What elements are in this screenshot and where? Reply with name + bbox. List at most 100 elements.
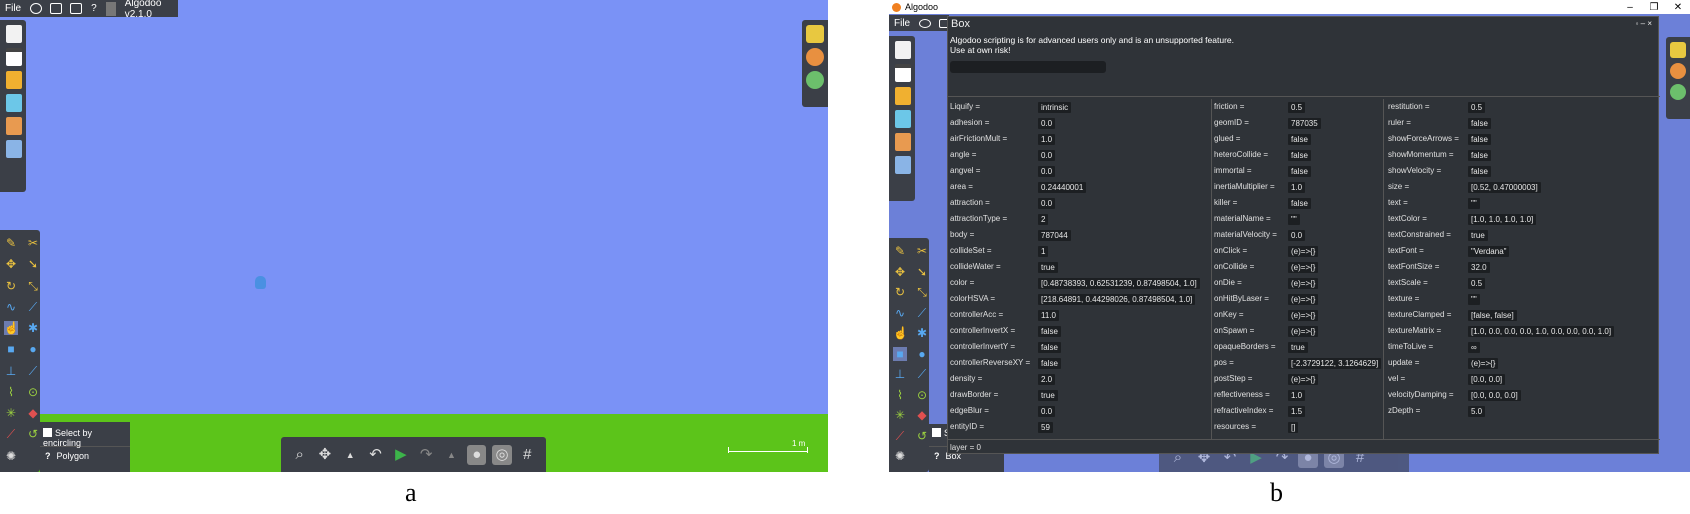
cut-tool-icon[interactable]: ✂ (26, 236, 40, 250)
property-value-field[interactable]: 5.0 (1468, 405, 1486, 417)
property-value-field[interactable]: (e)=>{} (1288, 309, 1319, 321)
property-value-field[interactable]: 2 (1038, 213, 1049, 225)
property-value-field[interactable]: 0.0 (1038, 405, 1056, 417)
property-value-field[interactable]: 0.0 (1038, 197, 1056, 209)
property-value-field[interactable]: 1.0 (1288, 389, 1306, 401)
property-value-field[interactable]: "" (1468, 197, 1480, 209)
property-value-field[interactable]: false (1468, 165, 1491, 177)
move-tool-icon[interactable]: ✥ (893, 265, 907, 279)
laser-tool-icon[interactable]: ⟋ (4, 427, 18, 441)
maximize-button[interactable]: ❐ (1642, 2, 1666, 13)
save-icon[interactable] (895, 156, 911, 174)
rotate-tool-icon[interactable]: ↻ (893, 285, 907, 299)
property-value-field[interactable]: false (1288, 197, 1311, 209)
scale-tool-icon[interactable]: ⤡ (915, 285, 929, 299)
eraser-tool-icon[interactable]: ✺ (4, 449, 18, 463)
polygon-tool-icon[interactable]: ☝ (4, 321, 19, 336)
close-button[interactable]: ✕ (1666, 2, 1690, 13)
property-value-field[interactable]: 32.0 (1468, 261, 1490, 273)
tracer-tool-icon[interactable]: ↺ (915, 429, 929, 443)
property-value-field[interactable]: true (1038, 261, 1058, 273)
polygon-help-option[interactable]: ? Polygon (40, 446, 130, 461)
property-value-field[interactable]: [0.0, 0.0, 0.0] (1468, 389, 1521, 401)
circle-tool-icon[interactable]: ● (915, 347, 929, 361)
property-value-field[interactable]: "" (1288, 213, 1300, 225)
property-value-field[interactable]: 1.0 (1038, 133, 1056, 145)
brush-tool-icon[interactable]: ⟋ (915, 306, 929, 320)
new-scene-icon[interactable] (6, 25, 22, 43)
dialog-controls[interactable]: ◦ – × (1636, 19, 1652, 28)
sketch-tool-icon[interactable]: ✎ (4, 236, 18, 250)
open-scene-icon[interactable] (6, 94, 22, 112)
hinge-tool-icon[interactable]: ✳ (893, 408, 907, 422)
phunlets-icon[interactable] (895, 133, 911, 151)
polygon-tool-icon[interactable]: ☝ (893, 326, 908, 340)
property-value-field[interactable]: intrinsic (1038, 101, 1072, 113)
checkbox-icon[interactable] (932, 428, 941, 437)
rotate-tool-icon[interactable]: ↻ (4, 279, 18, 293)
fixate-tool-icon[interactable]: ⊙ (26, 385, 40, 399)
gear-tool-icon[interactable]: ✱ (915, 326, 929, 340)
property-value-field[interactable]: (e)=>{} (1288, 293, 1319, 305)
grid-toggle-icon[interactable]: # (518, 445, 537, 465)
property-value-field[interactable]: 2.0 (1038, 373, 1056, 385)
gravity-toggle-icon[interactable]: ● (467, 444, 487, 465)
chain-tool-icon[interactable]: ⟋ (915, 367, 929, 381)
layers-icon[interactable] (1670, 42, 1686, 58)
tracer-tool-icon[interactable]: ↺ (26, 427, 40, 441)
property-value-field[interactable]: 1.5 (1288, 405, 1306, 417)
property-value-field[interactable]: [false, false] (1468, 309, 1517, 321)
property-value-field[interactable]: 0.5 (1468, 277, 1486, 289)
spring-tool-icon[interactable]: ⌇ (4, 385, 18, 399)
minimize-button[interactable]: – (1618, 2, 1642, 13)
layer-field[interactable]: layer = 0 (950, 440, 981, 456)
settings-icon[interactable] (30, 3, 43, 14)
cut-tool-icon[interactable]: ✂ (915, 244, 929, 258)
drag-tool-icon[interactable]: ➘ (915, 265, 929, 279)
property-value-field[interactable]: true (1288, 341, 1308, 353)
property-value-field[interactable]: "Verdana" (1468, 245, 1510, 257)
file-menu[interactable]: File (889, 18, 915, 29)
save-icon[interactable] (6, 140, 22, 158)
property-value-field[interactable]: (e)=>{} (1288, 277, 1319, 289)
property-value-field[interactable]: (e)=>{} (1288, 245, 1319, 257)
palette-icon[interactable] (1670, 63, 1686, 79)
expand-icon[interactable]: ▲ (442, 445, 461, 465)
fixate-tool-icon[interactable]: ⊙ (915, 388, 929, 402)
gear-tool-icon[interactable]: ✱ (26, 321, 40, 335)
script-input[interactable] (950, 61, 1106, 73)
window-toggle-icon[interactable] (6, 48, 22, 66)
thruster-tool-icon[interactable]: ◆ (915, 408, 929, 422)
circle-tool-icon[interactable]: ● (26, 342, 40, 356)
property-value-field[interactable]: 0.24440001 (1038, 181, 1087, 193)
property-value-field[interactable]: 1 (1038, 245, 1049, 257)
property-value-field[interactable]: 0.0 (1038, 117, 1056, 129)
play-icon[interactable]: ▶ (391, 445, 410, 465)
zoom-select-icon[interactable] (1670, 84, 1686, 100)
undo-icon[interactable]: ↶ (366, 445, 385, 465)
rope-tool-icon[interactable]: ∿ (893, 306, 907, 320)
zoom-icon[interactable]: ⌕ (290, 445, 309, 465)
property-value-field[interactable]: 59 (1038, 421, 1053, 433)
open-scene-icon[interactable] (895, 110, 911, 128)
property-value-field[interactable]: 0.5 (1288, 101, 1306, 113)
window-toggle-icon[interactable] (895, 64, 911, 82)
file-menu[interactable]: File (0, 3, 26, 14)
scale-tool-icon[interactable]: ⤡ (26, 279, 40, 293)
property-value-field[interactable]: false (1038, 325, 1061, 337)
property-value-field[interactable]: 1.0 (1288, 181, 1306, 193)
phunlets-icon[interactable] (6, 117, 22, 135)
property-value-field[interactable]: false (1038, 341, 1061, 353)
property-value-field[interactable]: ∞ (1468, 341, 1480, 353)
property-value-field[interactable]: false (1038, 357, 1061, 369)
redo-icon[interactable]: ↷ (416, 445, 435, 465)
sketch-tool-icon[interactable]: ✎ (893, 244, 907, 258)
property-value-field[interactable]: [1.0, 1.0, 1.0, 1.0] (1468, 213, 1537, 225)
property-value-field[interactable]: 0.0 (1038, 149, 1056, 161)
property-value-field[interactable]: 787035 (1288, 117, 1321, 129)
property-value-field[interactable]: [0.52, 0.47000003] (1468, 181, 1541, 193)
property-value-field[interactable]: "" (1468, 293, 1480, 305)
settings-icon[interactable] (919, 18, 932, 28)
brush-tool-icon[interactable]: ⟋ (26, 300, 40, 314)
play-window-icon[interactable] (50, 3, 63, 14)
